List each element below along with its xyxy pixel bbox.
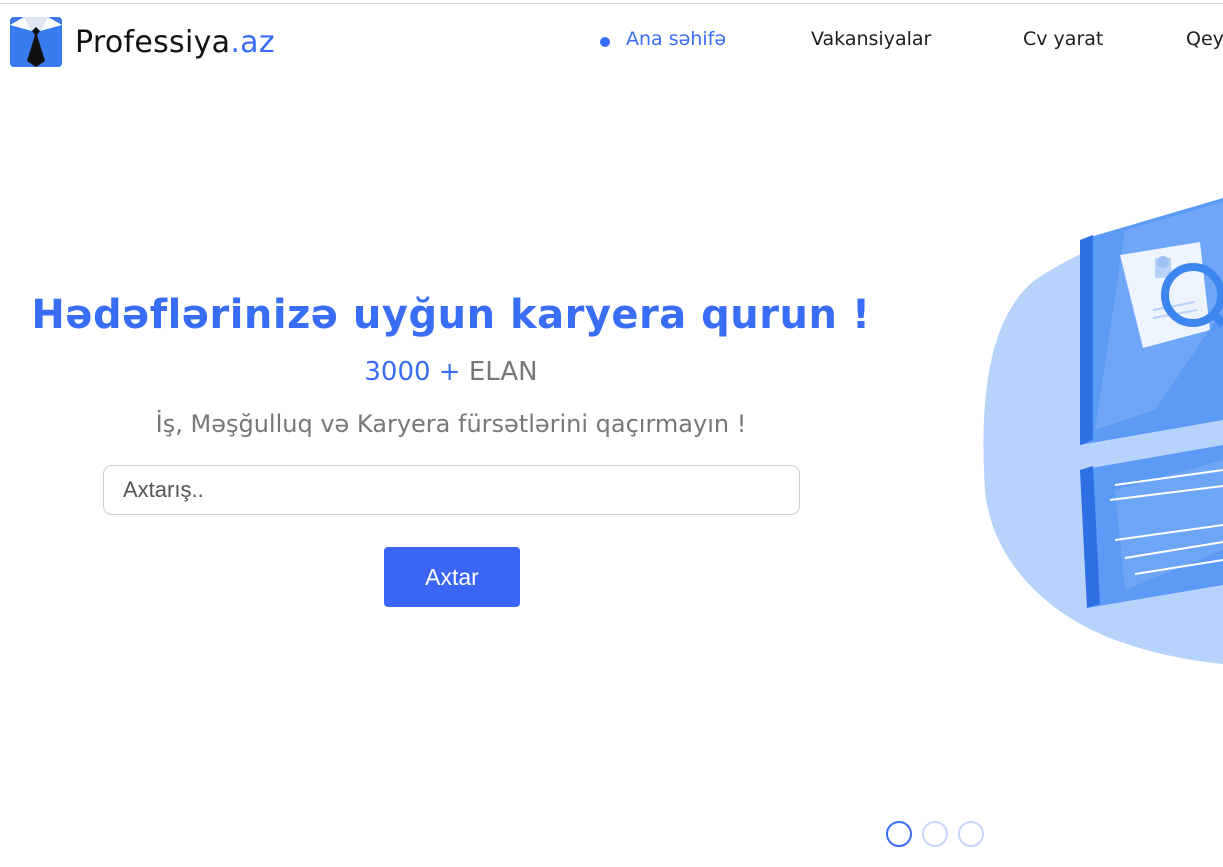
- job-search-document-illustration: [975, 190, 1223, 670]
- carousel-dot-2[interactable]: [922, 821, 948, 847]
- carousel-indicators: [886, 821, 984, 847]
- carousel-dot-3[interactable]: [958, 821, 984, 847]
- listing-count-label: ELAN: [468, 357, 538, 387]
- hero-title: Hədəflərinizə uyğun karyera qurun !: [31, 292, 871, 338]
- nav-item-home[interactable]: Ana səhifə: [626, 28, 726, 50]
- suit-tie-icon: [10, 17, 62, 67]
- brand-name: Professiya.az: [75, 25, 275, 60]
- brand-name-accent: .az: [230, 24, 275, 60]
- nav-item-vacancies[interactable]: Vakansiyalar: [811, 28, 931, 50]
- site-logo[interactable]: Professiya.az: [10, 17, 275, 67]
- hero-subtitle: İş, Məşğulluq və Karyera fürsətlərini qa…: [155, 410, 747, 438]
- brand-name-main: Professiya: [75, 24, 231, 60]
- search-button[interactable]: Axtar: [384, 547, 520, 607]
- page: Professiya.az Ana səhifə Vakansiyalar Cv…: [0, 0, 1223, 867]
- carousel-dot-1[interactable]: [886, 821, 912, 847]
- listing-count: 3000 + ELAN: [0, 357, 902, 387]
- nav-item-register[interactable]: Qeydiyyat: [1186, 28, 1223, 50]
- top-divider: [0, 3, 1223, 4]
- search-input[interactable]: [103, 465, 800, 515]
- nav-item-create-cv[interactable]: Cv yarat: [1023, 28, 1103, 50]
- listing-count-number: 3000 +: [364, 357, 461, 387]
- active-nav-indicator: [600, 37, 610, 47]
